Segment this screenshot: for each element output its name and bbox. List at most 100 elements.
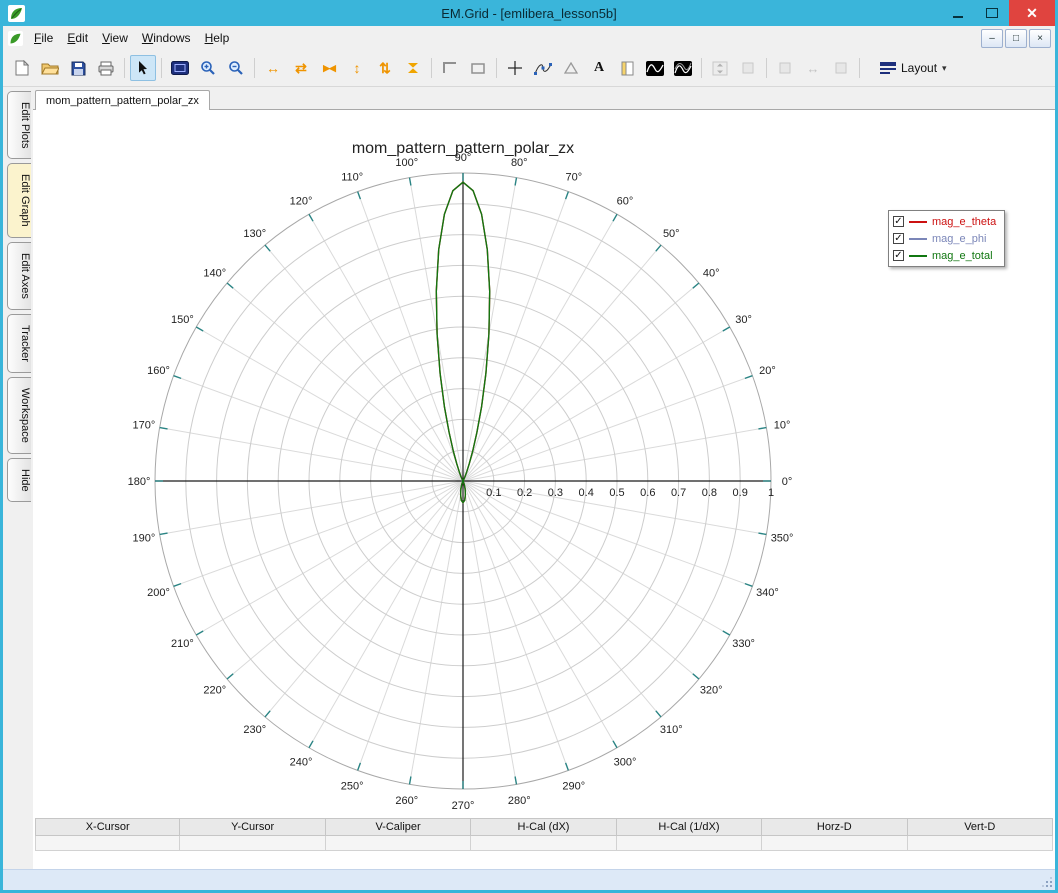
- sidebar-tab-hide[interactable]: Hide: [7, 457, 31, 503]
- v-fit-icon: [408, 63, 418, 73]
- mdi-minimize-button[interactable]: –: [981, 29, 1003, 48]
- toolbar-separator: [766, 58, 767, 78]
- toolbar-separator: [161, 58, 162, 78]
- crosshair-tool-button[interactable]: [502, 55, 528, 81]
- svg-text:1: 1: [768, 487, 774, 499]
- maximize-button[interactable]: [975, 0, 1009, 26]
- svg-text:190°: 190°: [133, 532, 156, 544]
- svg-text:110°: 110°: [341, 172, 363, 184]
- zoom-in-button[interactable]: [195, 55, 221, 81]
- close-button[interactable]: ✕: [1009, 0, 1055, 26]
- text-tool-icon: A: [593, 60, 605, 75]
- close-icon: ✕: [1026, 4, 1038, 21]
- toolbar: ↔ ⇄ ▶◀ ↕ ⇅ A ↔ Layout ▾: [3, 50, 1055, 87]
- print-button[interactable]: [93, 55, 119, 81]
- menu-help[interactable]: Help: [198, 28, 237, 48]
- svg-text:0.7: 0.7: [671, 487, 686, 499]
- legend-checkbox-mag_e_phi[interactable]: ✓: [893, 233, 904, 244]
- v-expand-icon: ↕: [353, 60, 361, 76]
- svg-text:330°: 330°: [732, 638, 755, 650]
- readout-value-cell: [616, 836, 763, 851]
- zoom-in-icon: [201, 61, 215, 75]
- crosshair-icon: [508, 61, 522, 75]
- svg-text:230°: 230°: [243, 724, 266, 736]
- cursor-arrow-icon: [139, 61, 147, 75]
- readout-value-cell: [907, 836, 1053, 851]
- plot-style-1-button[interactable]: [642, 55, 668, 81]
- v-range-icon: [712, 61, 728, 75]
- svg-text:60°: 60°: [617, 195, 634, 207]
- svg-text:310°: 310°: [660, 724, 683, 736]
- legend-checkbox-mag_e_total[interactable]: ✓: [893, 250, 904, 261]
- minimize-button[interactable]: [941, 0, 975, 26]
- document-tab[interactable]: mom_pattern_pattern_polar_zx: [35, 90, 210, 110]
- svg-text:40°: 40°: [703, 268, 720, 280]
- sidebar-tab-tracker[interactable]: Tracker: [7, 313, 31, 373]
- menu-edit[interactable]: Edit: [60, 28, 95, 48]
- svg-text:180°: 180°: [128, 476, 151, 488]
- readout-header-x-cursor: X-Cursor: [35, 818, 181, 836]
- open-file-button[interactable]: [37, 55, 63, 81]
- menu-view[interactable]: View: [95, 28, 135, 48]
- select-tool-button[interactable]: [130, 55, 156, 81]
- legend-label-mag_e_phi: mag_e_phi: [932, 232, 987, 245]
- h-range-aux-button[interactable]: [772, 55, 798, 81]
- v-range-lock-button[interactable]: [707, 55, 733, 81]
- corner-frame-tool-button[interactable]: [437, 55, 463, 81]
- svg-text:290°: 290°: [562, 780, 585, 792]
- svg-text:mom_pattern_pattern_polar_zx: mom_pattern_pattern_polar_zx: [352, 140, 574, 157]
- layout-label: Layout: [901, 61, 938, 75]
- curve-edit-tool-button[interactable]: [530, 55, 556, 81]
- mdi-restore-button[interactable]: □: [1005, 29, 1027, 48]
- svg-text:20°: 20°: [759, 365, 776, 377]
- h-fit-tool-button[interactable]: ▶◀: [316, 55, 342, 81]
- text-tool-button[interactable]: A: [586, 55, 612, 81]
- rect-frame-icon: [471, 62, 485, 74]
- legend-item-mag_e_total: ✓ mag_e_total: [893, 248, 996, 263]
- sidebar-tab-edit-axes[interactable]: Edit Axes: [7, 242, 31, 310]
- h-fit-icon: ▶◀: [323, 62, 336, 73]
- notes-tool-button[interactable]: [614, 55, 640, 81]
- plot-style-2-button[interactable]: [670, 55, 696, 81]
- readout-header-vert-d: Vert-D: [907, 818, 1053, 836]
- legend-checkbox-mag_e_theta[interactable]: ✓: [893, 216, 904, 227]
- new-file-button[interactable]: [9, 55, 35, 81]
- menu-logo-icon: [8, 30, 23, 46]
- menu-file[interactable]: File: [27, 28, 60, 48]
- mdi-close-button[interactable]: ×: [1029, 29, 1051, 48]
- dual-wave-plot-icon: [674, 60, 692, 76]
- readout-header-horz-d: Horz-D: [762, 818, 908, 836]
- zoom-out-button[interactable]: [223, 55, 249, 81]
- legend-line-sample: [909, 254, 927, 257]
- window-title: EM.Grid - [emlibera_lesson5b]: [441, 5, 617, 21]
- notes-page-icon: [621, 61, 633, 75]
- h-range-aux2-button[interactable]: [828, 55, 854, 81]
- v-expand-tool-button[interactable]: ↕: [344, 55, 370, 81]
- toolbar-separator: [254, 58, 255, 78]
- sidebar-tab-edit-plots[interactable]: Edit Plots: [7, 91, 31, 160]
- rect-frame-tool-button[interactable]: [465, 55, 491, 81]
- titlebar[interactable]: EM.Grid - [emlibera_lesson5b] ✕: [3, 0, 1055, 26]
- sidebar-tab-edit-graph[interactable]: Edit Graph: [7, 163, 31, 239]
- v-scroll-tool-button[interactable]: ⇅: [372, 55, 398, 81]
- h-scroll-tool-button[interactable]: ⇄: [288, 55, 314, 81]
- readout-value-cell: [471, 836, 617, 851]
- cursor-readout-table: X-Cursor Y-Cursor V-Caliper H-Cal (dX) H-Cal…: [35, 818, 1053, 851]
- toolbar-separator: [701, 58, 702, 78]
- v-fit-tool-button[interactable]: [400, 55, 426, 81]
- menubar: File Edit View Windows Help – □ ×: [3, 26, 1055, 50]
- save-button[interactable]: [65, 55, 91, 81]
- h-expand-tool-button[interactable]: ↔: [260, 55, 286, 81]
- toolbar-separator: [124, 58, 125, 78]
- triangle-tool-button[interactable]: [558, 55, 584, 81]
- sidebar: Edit Plots Edit Graph Edit Axes Tracker Work…: [3, 87, 33, 869]
- resize-grip[interactable]: [1041, 876, 1053, 888]
- menu-windows[interactable]: Windows: [135, 28, 198, 48]
- h-range-lock-button[interactable]: ↔: [800, 55, 826, 81]
- zoom-region-button[interactable]: [167, 55, 193, 81]
- layout-dropdown[interactable]: Layout ▾: [872, 53, 955, 83]
- v-range-aux-button[interactable]: [735, 55, 761, 81]
- readout-header-y-cursor: Y-Cursor: [180, 818, 326, 836]
- sidebar-tab-workspace[interactable]: Workspace: [7, 376, 31, 454]
- toolbar-separator: [859, 58, 860, 78]
